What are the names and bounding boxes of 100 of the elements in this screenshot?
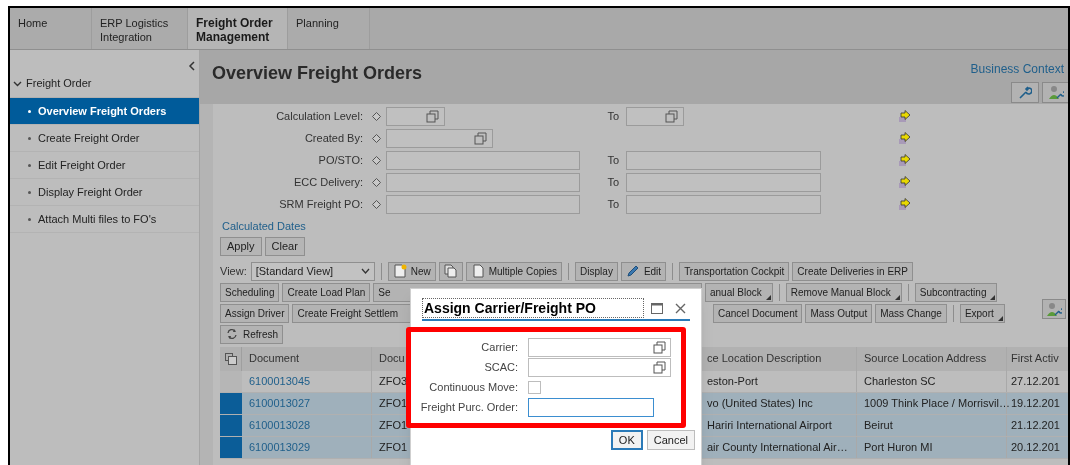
arrow-icon[interactable]	[898, 175, 912, 189]
menu-button[interactable]: Remove Manual Block	[785, 282, 902, 302]
new-document-icon	[392, 264, 407, 278]
diamond-icon	[372, 133, 381, 143]
button[interactable]: Edit	[620, 261, 667, 281]
dropdown-corner-icon	[765, 294, 771, 300]
pencil-icon	[625, 264, 640, 278]
personalize-button[interactable]	[1042, 82, 1068, 103]
dropdown-corner-icon	[990, 294, 996, 300]
sidebar-item[interactable]: Overview Freight Orders	[10, 98, 199, 125]
button[interactable]: Multiple Copies	[465, 261, 563, 281]
user-wrench-icon[interactable]	[1042, 299, 1066, 319]
button[interactable]: Cancel	[646, 430, 695, 450]
field-label: SRM Freight PO:	[278, 196, 363, 212]
close-icon[interactable]	[675, 302, 686, 314]
button[interactable]: Scheduling	[220, 282, 280, 302]
arrow-icon[interactable]	[898, 197, 912, 211]
button[interactable]: Create Load Plan	[282, 282, 371, 302]
calculated-dates-link[interactable]: Calculated Dates	[222, 218, 306, 235]
view-label: View:	[220, 263, 247, 279]
view-dropdown[interactable]: [Standard View]	[250, 261, 375, 281]
button[interactable]: Transportation Cockpit	[679, 261, 790, 281]
arrow-icon[interactable]	[898, 109, 912, 123]
table-cell-text: 27.12.201	[1010, 373, 1061, 389]
value-help-icon	[665, 109, 678, 123]
to-label: To	[607, 174, 619, 190]
table-cell: Beirut	[857, 414, 1007, 436]
input-field[interactable]	[528, 338, 671, 357]
value-help-icon	[426, 109, 439, 123]
arrow-icon[interactable]	[898, 153, 912, 167]
arrow-icon[interactable]	[898, 131, 912, 145]
field-label: Calculation Level:	[275, 108, 363, 124]
diamond-icon	[372, 111, 381, 121]
document-link[interactable]: 6100013045	[242, 370, 372, 392]
diamond-icon	[372, 199, 381, 209]
input-field[interactable]	[528, 358, 671, 377]
input-field[interactable]	[386, 106, 445, 126]
input-field[interactable]	[386, 150, 580, 170]
refresh-icon	[225, 327, 239, 341]
button[interactable]	[438, 261, 463, 281]
value-help-icon	[653, 341, 666, 354]
button[interactable]: Display	[575, 261, 618, 281]
button[interactable]: Clear	[264, 236, 305, 256]
page-title: Overview Freight Orders	[212, 62, 423, 82]
input-field[interactable]	[626, 150, 821, 170]
table-cell-text: 21.12.201	[1010, 417, 1061, 433]
maximize-icon[interactable]	[651, 302, 663, 314]
menu-button[interactable]: Subcontracting	[914, 282, 998, 302]
field-label: Carrier:	[480, 340, 518, 356]
menu-button[interactable]: Export	[959, 303, 1005, 323]
dialog-title: Assign Carrier/Freight PO	[422, 298, 644, 318]
field-label: Created By:	[303, 130, 363, 146]
button[interactable]: OK	[610, 430, 643, 450]
chevron-icon	[13, 79, 22, 88]
to-label: To	[607, 152, 619, 168]
dropdown-corner-icon	[894, 294, 900, 300]
select-all-icon	[224, 352, 237, 365]
document-icon	[470, 264, 485, 278]
diamond-icon	[372, 155, 381, 165]
sidebar-item[interactable]: Edit Freight Order	[10, 152, 199, 179]
table-cell-text: 20.12.201	[1010, 439, 1061, 455]
menu-button[interactable]: anual Block	[705, 282, 773, 302]
column-header: Document	[242, 346, 372, 371]
sidebar-item[interactable]: Attach Multi files to FO's	[10, 206, 199, 233]
button[interactable]: Apply	[220, 236, 262, 256]
field-label: PO/STO:	[317, 152, 363, 168]
value-help-icon	[653, 361, 666, 374]
column-header: First Activ	[1010, 351, 1060, 367]
row-selector[interactable]	[220, 392, 242, 414]
button[interactable]: Refresh	[220, 324, 283, 344]
column-header: Source Location Address	[857, 346, 1007, 371]
sidebar-item[interactable]: Create Freight Order	[10, 125, 199, 152]
button[interactable]: Assign Driver	[220, 303, 290, 323]
input-field[interactable]	[626, 194, 821, 214]
button[interactable]: Mass Change	[875, 303, 947, 323]
user-wrench-icon	[1048, 85, 1064, 100]
row-selector[interactable]	[220, 436, 242, 458]
table-cell: 1009 Think Place / Morrisvil…	[857, 392, 1007, 414]
input-field[interactable]	[386, 128, 493, 148]
input-field[interactable]	[386, 172, 580, 192]
copy-icon	[443, 264, 458, 278]
tab[interactable]: Freight Order Management	[188, 8, 288, 49]
value-help-icon	[474, 131, 487, 145]
field-label: SCAC:	[483, 360, 518, 376]
button[interactable]: Cancel Document	[713, 303, 803, 323]
dropdown-corner-icon	[997, 315, 1003, 321]
table-cell-text: 19.12.201	[1010, 395, 1061, 411]
button[interactable]: Mass Output	[805, 303, 873, 323]
button[interactable]: New	[387, 261, 436, 281]
row-selector[interactable]	[220, 414, 242, 436]
settings-button[interactable]	[1011, 82, 1039, 103]
table-cell: Port Huron MI	[857, 436, 1007, 458]
collapse-icon[interactable]	[188, 61, 196, 71]
sidebar-item[interactable]: Display Freight Order	[10, 179, 199, 206]
input-field[interactable]	[386, 194, 580, 214]
checkbox[interactable]	[528, 381, 541, 394]
input-field[interactable]	[626, 172, 821, 192]
input-field[interactable]	[626, 106, 684, 126]
input-field[interactable]	[528, 398, 654, 417]
button[interactable]: Create Deliveries in ERP	[792, 261, 913, 281]
